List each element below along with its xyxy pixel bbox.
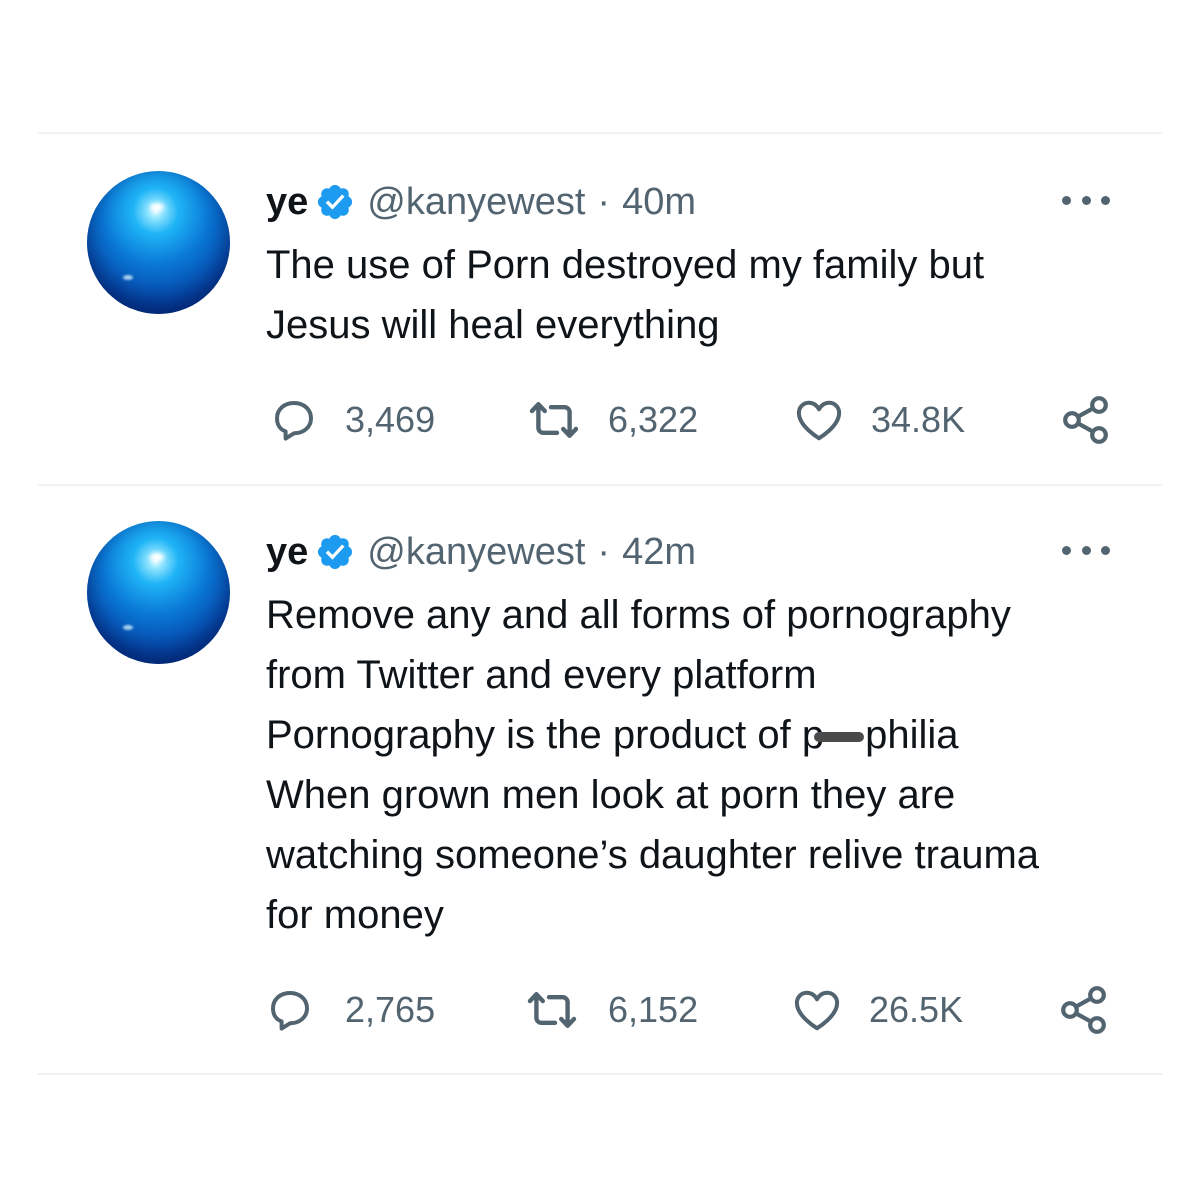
reply-count: 2,765 [345,989,436,1030]
display-name[interactable]: ye [266,177,308,227]
divider-top [38,132,1162,134]
divider-middle [38,484,1162,486]
tweet-text-line: Remove any and all forms of pornography [266,593,1011,637]
tweet-text: Remove any and all forms of pornography … [266,585,1146,945]
separator: · [597,531,611,573]
tweet-text-line: Jesus will heal everything [266,303,720,347]
tweet-1[interactable]: ye @kanyewest · 40m The use of Porn dest… [0,171,1200,461]
reply-icon [271,991,309,1031]
tweet-text-line: When grown men look at porn they are [266,773,956,817]
share-button[interactable] [1058,985,1110,1035]
retweet-button[interactable]: 6,322 [526,395,698,445]
more-options-icon[interactable] [1062,188,1110,212]
tweet-text-segment: Pornography is the product of p [266,713,825,757]
retweet-icon [527,992,577,1028]
reply-count: 3,469 [345,399,436,440]
share-icon [1063,396,1108,444]
like-count: 34.8K [871,399,966,440]
display-name[interactable]: ye [266,527,308,577]
like-count: 26.5K [869,989,964,1030]
share-button[interactable] [1060,395,1112,445]
retweet-button[interactable]: 6,152 [524,985,698,1035]
tweet-text-line: for money [266,893,444,937]
retweet-icon [529,402,579,438]
reply-button[interactable]: 3,469 [270,395,435,445]
heart-icon [794,990,840,1031]
like-button[interactable]: 26.5K [792,985,963,1035]
retweet-count: 6,152 [608,989,699,1030]
tweet-text-line: watching someone’s daughter relive traum… [266,833,1040,877]
verified-badge-icon [318,184,353,220]
reply-icon [275,401,313,441]
heart-icon [796,400,842,441]
timestamp[interactable]: 40m [622,177,696,227]
tweet-text: The use of Porn destroyed my family but … [266,235,1146,355]
tweet-2[interactable]: ye @kanyewest · 42m Remove any and all f… [0,521,1200,1051]
verified-badge-icon [318,534,353,570]
avatar[interactable] [87,171,230,314]
action-bar: 3,469 6,322 34.8K [0,395,1200,445]
divider-bottom [38,1073,1162,1075]
action-bar: 2,765 6,152 26.5K [0,985,1200,1035]
redaction-bar [814,732,865,743]
timestamp[interactable]: 42m [622,527,696,577]
tweet-header: ye @kanyewest · 40m [266,177,696,227]
tweet-text-line: Pornography is the product of p philia [266,705,1146,765]
separator: · [597,181,611,223]
more-options-icon[interactable] [1062,538,1110,562]
tweet-text-line: The use of Porn destroyed my family but [266,243,985,287]
like-button[interactable]: 34.8K [794,395,965,445]
handle[interactable]: @kanyewest [367,177,585,227]
tweet-text-segment: philia [865,713,959,757]
tweet-text-line: from Twitter and every platform [266,653,817,697]
retweet-count: 6,322 [608,399,699,440]
tweet-header: ye @kanyewest · 42m [266,527,696,577]
avatar[interactable] [87,521,230,664]
handle[interactable]: @kanyewest [367,527,585,577]
reply-button[interactable]: 2,765 [266,985,435,1035]
share-icon [1061,986,1106,1034]
